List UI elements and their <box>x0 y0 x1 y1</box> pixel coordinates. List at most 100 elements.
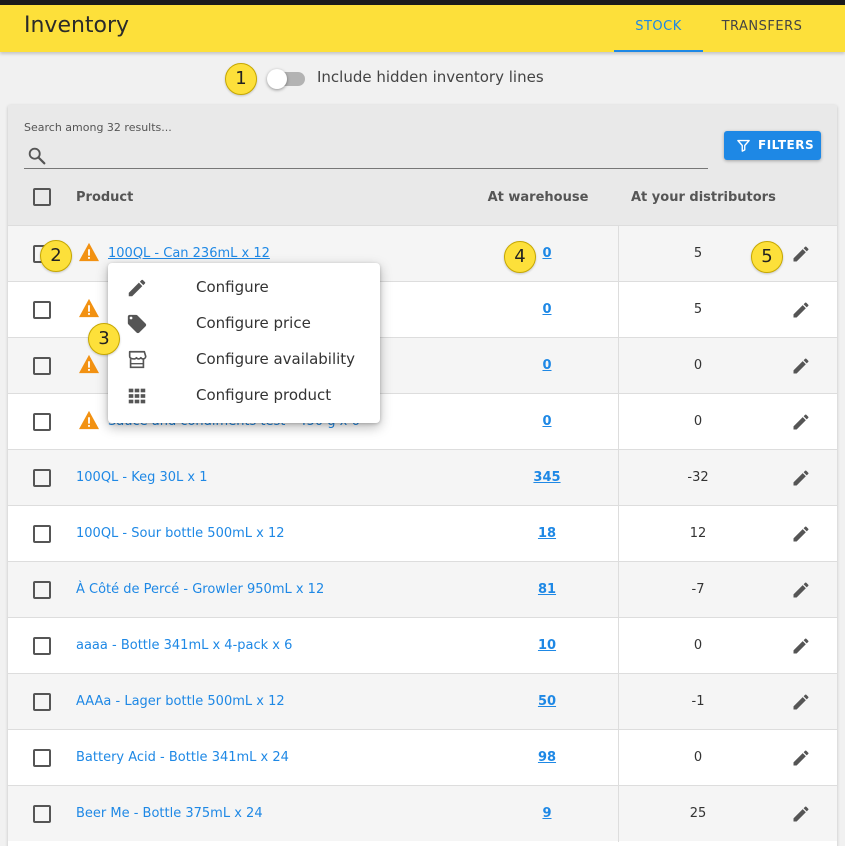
filters-label: FILTERS <box>758 138 815 152</box>
edit-pencil-icon[interactable] <box>791 636 811 656</box>
product-name-link[interactable]: 100QL - Sour bottle 500mL x 12 <box>76 526 285 541</box>
product-name-link[interactable]: À Côté de Percé - Growler 950mL x 12 <box>76 582 324 597</box>
distributor-quantity: 0 <box>693 750 703 765</box>
filters-button[interactable]: FILTERS <box>724 131 821 160</box>
search-hint: Search among 32 results... <box>24 121 172 134</box>
edit-pencil-icon[interactable] <box>791 580 811 600</box>
tab-transfers[interactable]: TRANSFERS <box>708 5 816 52</box>
storefront-icon <box>128 350 147 369</box>
annotation-marker-1: 1 <box>225 63 257 95</box>
product-name-link[interactable]: 100QL - Keg 30L x 1 <box>76 470 208 485</box>
page-title: Inventory <box>24 13 130 38</box>
column-divider <box>618 618 619 674</box>
warehouse-quantity-link[interactable]: 0 <box>497 302 597 317</box>
row-checkbox[interactable] <box>33 525 51 543</box>
distributor-quantity: 5 <box>693 302 703 317</box>
distributor-quantity: -32 <box>687 470 709 485</box>
edit-pencil-icon[interactable] <box>791 300 811 320</box>
row-checkbox[interactable] <box>33 749 51 767</box>
tab-stock[interactable]: STOCK <box>614 5 703 52</box>
warehouse-quantity-link[interactable]: 81 <box>497 582 597 597</box>
edit-pencil-icon[interactable] <box>791 804 811 824</box>
column-divider <box>618 394 619 450</box>
pencil-icon <box>128 279 146 297</box>
table-row: Beer Me - Bottle 375mL x 24 9 25 <box>8 785 837 842</box>
distributor-quantity: -1 <box>691 694 705 709</box>
menu-item-configure-availability[interactable]: Configure availability <box>108 342 380 378</box>
grid-icon <box>128 388 146 404</box>
table-row: AAAa - Lager bottle 500mL x 12 50 -1 <box>8 673 837 730</box>
warehouse-quantity-link[interactable]: 0 <box>497 414 597 429</box>
menu-item-label: Configure availability <box>196 350 356 368</box>
search-input[interactable] <box>24 143 708 169</box>
product-name-link[interactable]: AAAa - Lager bottle 500mL x 12 <box>76 694 285 709</box>
select-all-checkbox[interactable] <box>33 188 51 206</box>
product-name-link[interactable]: aaaa - Bottle 341mL x 4-pack x 6 <box>76 638 292 653</box>
row-checkbox[interactable] <box>33 637 51 655</box>
annotation-marker-3: 3 <box>88 323 120 355</box>
hidden-lines-switch[interactable] <box>267 69 305 89</box>
warehouse-quantity-link[interactable]: 0 <box>497 358 597 373</box>
warehouse-quantity-link[interactable]: 9 <box>497 806 597 821</box>
annotation-marker-5: 5 <box>751 241 783 273</box>
product-name-link[interactable]: Battery Acid - Bottle 341mL x 24 <box>76 750 289 765</box>
warehouse-quantity-link[interactable]: 50 <box>497 694 597 709</box>
row-context-menu: Configure Configure price Configure avai… <box>108 263 380 423</box>
column-divider <box>618 226 619 282</box>
product-name-link[interactable]: Beer Me - Bottle 375mL x 24 <box>76 806 263 821</box>
product-name-link[interactable]: 100QL - Can 236mL x 12 <box>108 246 270 261</box>
edit-pencil-icon[interactable] <box>791 468 811 488</box>
search-area: Search among 32 results... FILTERS Produ… <box>8 105 837 225</box>
switch-knob <box>267 69 287 89</box>
row-checkbox[interactable] <box>33 693 51 711</box>
menu-item-label: Configure <box>196 278 269 296</box>
distributor-quantity: 25 <box>689 806 707 821</box>
row-checkbox[interactable] <box>33 357 51 375</box>
row-checkbox[interactable] <box>33 805 51 823</box>
inventory-card: Search among 32 results... FILTERS Produ… <box>8 105 837 846</box>
warehouse-quantity-link[interactable]: 98 <box>497 750 597 765</box>
warning-icon <box>79 410 99 430</box>
menu-item-label: Configure price <box>196 314 311 332</box>
hidden-lines-toggle-row: Include hidden inventory lines <box>0 62 845 96</box>
edit-pencil-icon[interactable] <box>791 692 811 712</box>
distributor-quantity: 5 <box>693 246 703 261</box>
warehouse-quantity-link[interactable]: 18 <box>497 526 597 541</box>
row-checkbox[interactable] <box>33 469 51 487</box>
distributor-quantity: 12 <box>689 526 707 541</box>
menu-item-configure-product[interactable]: Configure product <box>108 378 380 414</box>
column-divider <box>618 786 619 842</box>
edit-pencil-icon[interactable] <box>791 748 811 768</box>
menu-item-label: Configure product <box>196 386 332 404</box>
menu-item-configure-price[interactable]: Configure price <box>108 306 380 342</box>
tag-icon <box>127 314 147 334</box>
column-divider <box>618 282 619 338</box>
column-header-product[interactable]: Product <box>76 190 133 205</box>
warehouse-quantity-link[interactable]: 10 <box>497 638 597 653</box>
edit-pencil-icon[interactable] <box>791 356 811 376</box>
table-row: Battery Acid - Bottle 341mL x 24 98 0 <box>8 729 837 786</box>
row-checkbox[interactable] <box>33 581 51 599</box>
distributor-quantity: 0 <box>693 358 703 373</box>
warning-icon <box>79 354 99 374</box>
column-divider <box>618 338 619 394</box>
row-checkbox[interactable] <box>33 301 51 319</box>
table-row: aaaa - Bottle 341mL x 4-pack x 6 10 0 <box>8 617 837 674</box>
column-divider <box>618 450 619 506</box>
annotation-marker-4: 4 <box>504 241 536 273</box>
app-bar: Inventory STOCK TRANSFERS <box>0 0 845 52</box>
hidden-lines-label: Include hidden inventory lines <box>317 68 544 86</box>
edit-pencil-icon[interactable] <box>791 244 811 264</box>
column-header-distributors[interactable]: At your distributors <box>631 190 776 205</box>
edit-pencil-icon[interactable] <box>791 412 811 432</box>
edit-pencil-icon[interactable] <box>791 524 811 544</box>
table-row: À Côté de Percé - Growler 950mL x 12 81 -7 <box>8 561 837 618</box>
column-divider <box>618 506 619 562</box>
distributor-quantity: 0 <box>693 638 703 653</box>
menu-item-configure[interactable]: Configure <box>108 270 380 306</box>
warehouse-quantity-link[interactable]: 345 <box>497 470 597 485</box>
row-checkbox[interactable] <box>33 413 51 431</box>
column-header-warehouse[interactable]: At warehouse <box>478 190 598 205</box>
column-divider <box>618 562 619 618</box>
distributor-quantity: 0 <box>693 414 703 429</box>
